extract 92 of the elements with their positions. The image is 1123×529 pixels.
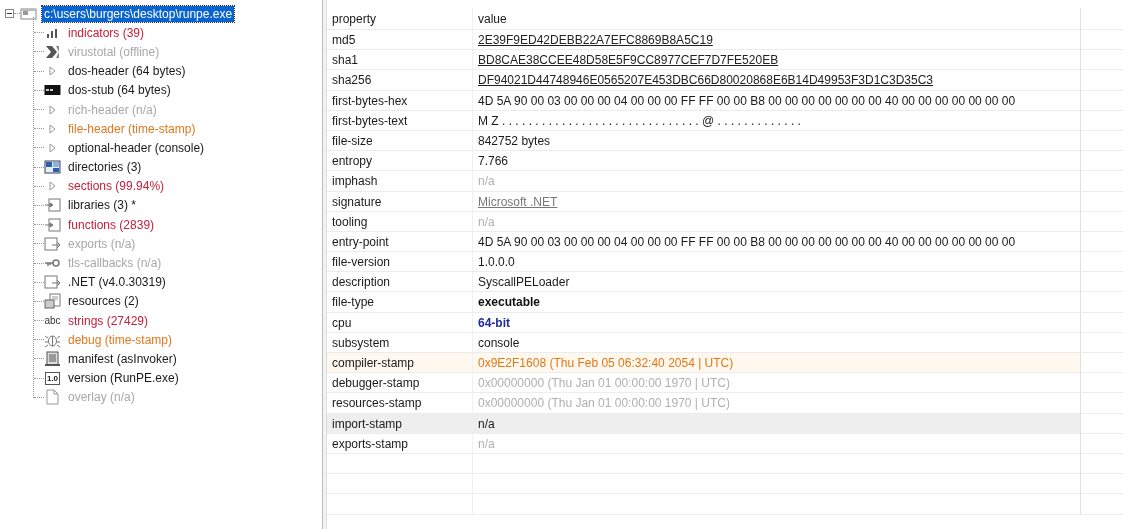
property-cell: first-bytes-hex — [327, 90, 472, 111]
version-icon: 1.0 — [44, 372, 61, 386]
tree-item[interactable]: c:\users\burgers\desktop\runpe.exe — [42, 5, 235, 22]
value-cell: 842752 bytes — [472, 130, 1080, 152]
value-cell: 64-bit — [472, 312, 1080, 333]
module-icon — [44, 216, 61, 233]
empty-cell — [1080, 292, 1123, 313]
property-cell: sha256 — [327, 70, 472, 91]
empty-cell — [1080, 312, 1123, 333]
collapse-toggle[interactable] — [5, 9, 14, 19]
property-cell: resources-stamp — [327, 393, 472, 414]
empty-cell — [1080, 30, 1123, 51]
tree-item[interactable]: file-header (time-stamp) — [66, 120, 198, 137]
scroll-icon — [44, 350, 61, 367]
property-cell: md5 — [327, 30, 472, 51]
value-cell: n/a — [472, 433, 1080, 454]
tree-item[interactable]: debug (time-stamp) — [66, 331, 175, 348]
value-cell: 7.766 — [472, 151, 1080, 172]
value-cell: 4D 5A 90 00 03 00 00 00 04 00 00 00 FF FF 00 00 B8 00 00 00 00 00 00 00 40 00 00 00 00 00 00 00 — [472, 231, 1080, 253]
tree-item[interactable]: directories (3) — [66, 159, 144, 176]
empty-cell — [1080, 494, 1123, 515]
empty-cell — [1080, 151, 1123, 172]
tree-item[interactable]: functions (2839) — [66, 216, 157, 233]
property-cell: cpu — [327, 312, 472, 333]
tree-item[interactable]: resources (2) — [66, 293, 141, 310]
property-cell: entry-point — [327, 231, 472, 253]
value-cell: 2E39F9ED42DEBB22A7EFC8869B8A5C19 — [472, 30, 1080, 51]
empty-cell — [1080, 50, 1123, 71]
text-icon: abc — [44, 312, 61, 329]
empty-cell — [1080, 171, 1123, 192]
tree-item[interactable]: dos-stub (64 bytes) — [66, 82, 173, 99]
empty-cell — [1080, 8, 1123, 30]
value-cell: 0x00000000 (Thu Jan 01 00:00:00 1970 | UTC) — [472, 373, 1080, 394]
property-cell: sha1 — [327, 50, 472, 71]
page-icon — [44, 389, 61, 406]
value-cell: M Z . . . . . . . . . . . . . . . . . . . . . . . . . . . . . . @ . . . . . . . . . . . . . — [472, 110, 1080, 131]
empty-cell — [1080, 393, 1123, 414]
empty-cell — [1080, 474, 1123, 495]
value-cell: n/a — [472, 211, 1080, 232]
tree-item[interactable]: dos-header (64 bytes) — [66, 63, 188, 80]
empty-cell — [1080, 211, 1123, 232]
value-cell: 1.0.0.0 — [472, 252, 1080, 273]
property-cell: exports-stamp — [327, 433, 472, 454]
property-cell: imphash — [327, 171, 472, 192]
tree-item[interactable]: .NET (v4.0.30319) — [66, 274, 168, 291]
property-cell: file-version — [327, 252, 472, 273]
value-cell: 4D 5A 90 00 03 00 00 00 04 00 00 00 FF FF 00 00 B8 00 00 00 00 00 00 00 40 00 00 00 00 00 00 00 — [472, 90, 1080, 111]
module-icon — [44, 197, 61, 214]
empty-cell — [1080, 272, 1123, 293]
value-cell: n/a — [472, 413, 1080, 434]
tree-item[interactable]: strings (27429) — [66, 312, 151, 329]
tree-item[interactable]: version (RunPE.exe) — [66, 370, 181, 387]
tree-item[interactable]: sections (99.94%) — [66, 178, 167, 195]
export-icon — [44, 235, 61, 252]
value-cell: 0x00000000 (Thu Jan 01 00:00:00 1970 | UTC) — [472, 393, 1080, 414]
property-cell: description — [327, 272, 472, 293]
empty-cell — [1080, 433, 1123, 454]
property-cell: compiler-stamp — [327, 353, 472, 374]
chevron-icon — [44, 43, 61, 60]
export-icon — [44, 274, 61, 291]
empty-cell — [1080, 90, 1123, 111]
tree-item[interactable]: libraries (3) * — [66, 197, 138, 214]
value-cell: Microsoft .NET — [472, 191, 1080, 212]
property-cell: file-size — [327, 130, 472, 152]
empty-cell — [1080, 110, 1123, 131]
value-cell: 0x9E2F1608 (Thu Feb 05 06:32:40 2054 | UTC) — [472, 353, 1080, 374]
tree-item[interactable]: optional-header (console) — [66, 139, 207, 156]
empty-cell — [1080, 231, 1123, 253]
property-cell: tooling — [327, 211, 472, 232]
property-cell: import-stamp — [327, 413, 472, 434]
value-cell: BD8CAE38CCEE48D58E5F9CC8977CEF7D7FE520EB — [472, 50, 1080, 71]
property-cell: first-bytes-text — [327, 110, 472, 131]
value-cell: n/a — [472, 171, 1080, 192]
value-cell: DF94021D44748946E0565207E453DBC66D80020868E6B14D49953F3D1C3D35C3 — [472, 70, 1080, 91]
value-cell: executable — [472, 292, 1080, 313]
empty-cell — [1080, 191, 1123, 212]
empty-cell — [1080, 373, 1123, 394]
property-cell: signature — [327, 191, 472, 212]
empty-cell — [1080, 453, 1123, 475]
property-cell: debugger-stamp — [327, 373, 472, 394]
property-cell: entropy — [327, 151, 472, 172]
value-cell: SyscallPELoader — [472, 272, 1080, 293]
empty-cell — [1080, 332, 1123, 353]
column-header: value — [472, 8, 1080, 30]
property-cell: file-type — [327, 292, 472, 313]
tree-item[interactable]: indicators (39) — [66, 24, 147, 41]
tree-item[interactable]: manifest (asInvoker) — [66, 350, 179, 367]
empty-cell — [1080, 70, 1123, 91]
grid-icon — [44, 159, 61, 176]
empty-cell — [1080, 130, 1123, 152]
empty-cell — [1080, 252, 1123, 273]
column-header: property — [327, 8, 472, 30]
